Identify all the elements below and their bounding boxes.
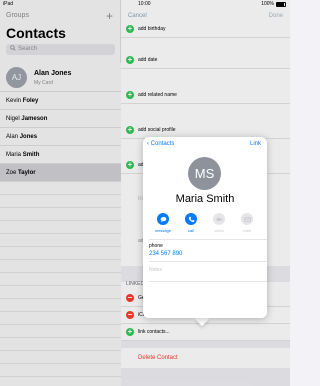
video-button: video — [206, 213, 232, 233]
add-date-row[interactable]: + add date — [121, 51, 290, 69]
list-item-selected[interactable]: Zoe Taylor — [0, 164, 121, 182]
field-label: add date — [138, 57, 158, 63]
phone-number-link[interactable]: 234 567 890 — [149, 251, 182, 257]
first-name: Nigel — [6, 116, 20, 122]
field-label: add related name — [138, 92, 177, 98]
remove-icon[interactable]: − — [126, 311, 134, 319]
action-label: video — [214, 228, 224, 233]
add-related-name-row[interactable]: + add related name — [121, 86, 290, 104]
section-separator — [121, 341, 290, 348]
battery-percent: 100% — [261, 1, 274, 7]
first-name: Kevin — [6, 98, 22, 104]
search-placeholder: Search — [18, 46, 38, 52]
add-icon: + — [126, 160, 134, 169]
list-item[interactable]: Maria Smith — [0, 146, 121, 164]
divider — [149, 239, 267, 240]
done-button[interactable]: Done — [269, 13, 283, 19]
search-input[interactable]: Search — [6, 44, 115, 55]
list-item[interactable]: Nigel Jameson — [0, 110, 121, 128]
remove-icon[interactable]: − — [126, 294, 134, 302]
field-label: add birthday — [138, 26, 166, 32]
status-bar: iPad 10:00 100% — [0, 0, 290, 9]
action-label: call — [187, 228, 194, 233]
mail-button: mail — [234, 213, 260, 233]
delete-contact-button[interactable]: Delete Contact — [121, 348, 290, 368]
back-button[interactable]: ‹ Contacts — [147, 141, 174, 147]
empty-list-area — [0, 182, 121, 386]
cancel-button[interactable]: Cancel — [128, 13, 147, 19]
mail-icon — [241, 213, 253, 225]
contact-popover: ‹ Contacts Link MS Maria Smith message c… — [143, 137, 267, 318]
phone-icon — [185, 213, 197, 225]
my-card-name: Alan Jones — [34, 70, 72, 77]
link-contacts-label: link contacts... — [138, 329, 170, 335]
add-birthday-row[interactable]: + add birthday — [121, 20, 290, 38]
last-name: Jameson — [21, 116, 48, 122]
linked-header: LINKED — [126, 281, 145, 287]
call-button[interactable]: call — [178, 213, 204, 233]
divider — [149, 281, 267, 282]
action-buttons: message call video mail — [143, 213, 267, 239]
list-item[interactable]: Kevin Foley — [0, 92, 121, 110]
search-icon — [10, 45, 16, 51]
link-button[interactable]: Link — [250, 141, 261, 147]
notes-field[interactable]: Notes — [149, 267, 162, 273]
chevron-left-icon: ‹ — [147, 141, 149, 147]
field-label: add social profile — [138, 127, 176, 133]
back-label: Contacts — [150, 141, 175, 147]
last-name: Foley — [22, 98, 39, 104]
page-title: Contacts — [6, 25, 66, 41]
carrier-label: iPad — [3, 1, 14, 7]
add-icon: + — [126, 125, 134, 134]
first-name: Maria — [6, 152, 22, 158]
my-card[interactable]: AJ Alan Jones My Card — [0, 63, 121, 92]
message-icon — [157, 213, 169, 225]
last-name: Jones — [19, 134, 38, 140]
add-icon: + — [126, 327, 134, 336]
video-icon — [213, 213, 225, 225]
divider — [149, 261, 267, 262]
action-label: mail — [243, 228, 251, 233]
link-contacts-row[interactable]: + link contacts... — [121, 323, 290, 341]
my-card-subtitle: My Card — [34, 80, 53, 86]
last-name: Smith — [22, 152, 40, 158]
contacts-list-pane: Groups + Contacts Search AJ Alan Jones M… — [0, 0, 121, 386]
message-button[interactable]: message — [150, 213, 176, 233]
contact-name: Maria Smith — [175, 193, 235, 205]
add-icon: + — [126, 90, 134, 99]
last-name: Taylor — [18, 170, 36, 176]
battery-icon — [276, 2, 286, 7]
popover-footer — [143, 285, 267, 318]
add-icon: + — [126, 55, 134, 64]
section-separator — [121, 368, 290, 386]
avatar: AJ — [6, 67, 27, 88]
avatar: MS — [188, 157, 221, 190]
add-icon: + — [126, 24, 134, 33]
phone-label: phone — [149, 243, 163, 249]
contact-list: Kevin Foley Nigel Jameson Alan Jones Mar… — [0, 92, 121, 182]
groups-button[interactable]: Groups — [6, 12, 29, 19]
action-label: message — [154, 228, 172, 233]
clock: 10:00 — [138, 1, 151, 7]
list-item[interactable]: Alan Jones — [0, 128, 121, 146]
first-name: Alan — [6, 134, 19, 140]
add-contact-button[interactable]: + — [106, 9, 113, 23]
first-name: Zoe — [6, 170, 17, 176]
